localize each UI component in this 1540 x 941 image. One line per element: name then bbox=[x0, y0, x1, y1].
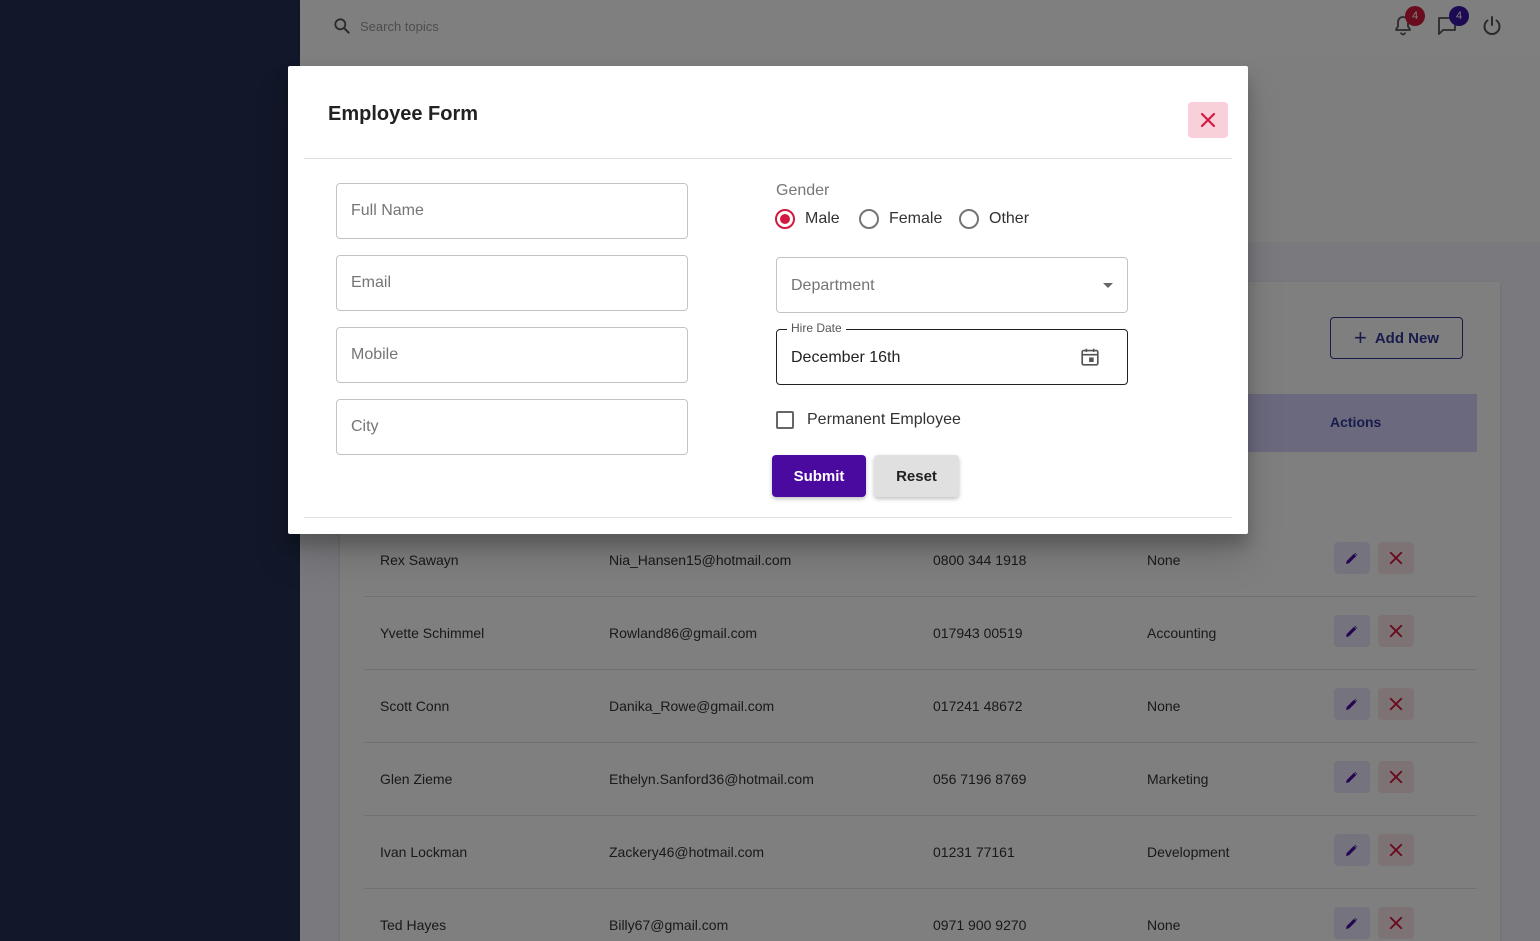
radio-label: Female bbox=[889, 210, 943, 227]
calendar-icon[interactable] bbox=[1079, 346, 1101, 368]
department-placeholder: Department bbox=[791, 277, 875, 294]
radio-label: Other bbox=[989, 210, 1030, 227]
gender-radio-other[interactable]: Other bbox=[959, 209, 1029, 229]
dropdown-arrow-icon bbox=[1103, 283, 1113, 288]
close-button[interactable] bbox=[1188, 102, 1228, 138]
hire-date-label: Hire Date bbox=[787, 321, 846, 335]
full-name-field[interactable] bbox=[336, 183, 688, 239]
dialog-title: Employee Form bbox=[328, 103, 479, 125]
radio-label: Male bbox=[805, 210, 840, 227]
close-icon bbox=[1200, 112, 1216, 128]
employee-form-dialog: Employee Form Gender Male Female Other D… bbox=[288, 66, 1248, 534]
checkbox-unchecked-icon bbox=[776, 411, 794, 429]
checkbox-label: Permanent Employee bbox=[807, 411, 961, 428]
gender-label: Gender bbox=[776, 182, 830, 199]
radio-checked-icon bbox=[775, 209, 795, 229]
gender-radio-female[interactable]: Female bbox=[859, 209, 942, 229]
gender-radio-male[interactable]: Male bbox=[775, 209, 840, 229]
email-field[interactable] bbox=[336, 255, 688, 311]
city-field[interactable] bbox=[336, 399, 688, 455]
reset-button[interactable]: Reset bbox=[874, 455, 959, 497]
submit-button[interactable]: Submit bbox=[772, 455, 866, 497]
hire-date-field[interactable]: Hire Date December 16th bbox=[776, 321, 1128, 385]
department-select[interactable]: Department bbox=[776, 257, 1128, 313]
radio-unchecked-icon bbox=[859, 209, 879, 229]
divider bbox=[304, 158, 1232, 159]
hire-date-value: December 16th bbox=[791, 349, 901, 366]
radio-unchecked-icon bbox=[959, 209, 979, 229]
divider bbox=[304, 517, 1232, 518]
permanent-employee-checkbox[interactable]: Permanent Employee bbox=[776, 411, 961, 429]
mobile-field[interactable] bbox=[336, 327, 688, 383]
